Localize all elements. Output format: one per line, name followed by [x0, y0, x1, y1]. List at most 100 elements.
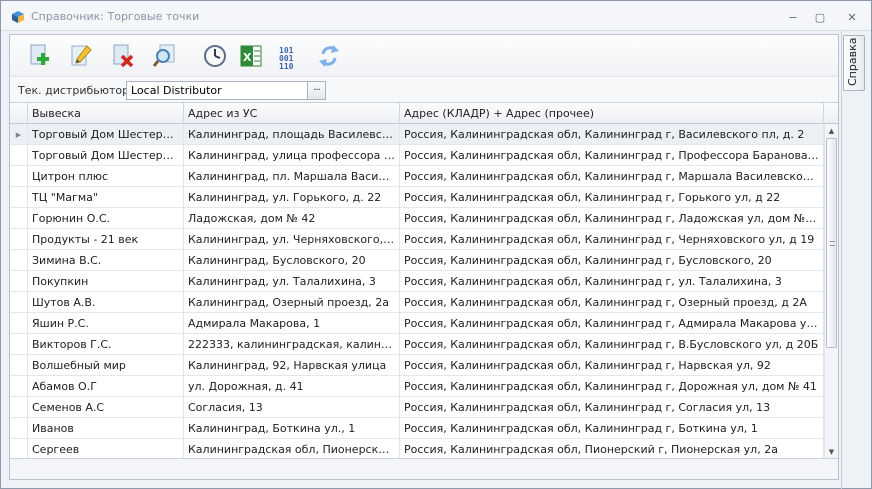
- table-row[interactable]: Горюнин О.С. Ладожская, дом № 42 Россия, К…: [10, 208, 824, 229]
- table-row[interactable]: Цитрон плюс Калининград, пл. Маршала Васи…: [10, 166, 824, 187]
- cell-sign[interactable]: ТЦ "Магма": [28, 187, 184, 208]
- table-row[interactable]: Абамов О.Г ул. Дорожная, д. 41 Россия, Кал…: [10, 376, 824, 397]
- cell-sign[interactable]: Цитрон плюс: [28, 166, 184, 187]
- row-indicator: [10, 397, 28, 418]
- app-cube-icon: [12, 11, 24, 23]
- table-row[interactable]: Сергеев Калининградская обл, Пионерская у…: [10, 439, 824, 458]
- cell-address-kladr[interactable]: Россия, Калининградская обл, Калининград…: [400, 145, 824, 166]
- cell-sign[interactable]: Торговый Дом Шестерочка: [28, 124, 184, 145]
- cell-address-kladr[interactable]: Россия, Калининградская обл, Калининград…: [400, 250, 824, 271]
- row-indicator: [10, 292, 28, 313]
- edit-button[interactable]: [66, 40, 96, 72]
- add-document-icon: [30, 44, 49, 65]
- cell-sign[interactable]: Викторов Г.С.: [28, 334, 184, 355]
- cell-sign[interactable]: Шутов А.В.: [28, 292, 184, 313]
- cell-sign[interactable]: Продукты - 21 век: [28, 229, 184, 250]
- scroll-down-arrow[interactable]: ▼: [825, 445, 838, 458]
- cell-address-kladr[interactable]: Россия, Калининградская обл, Калининград…: [400, 292, 824, 313]
- cell-address-kladr[interactable]: Россия, Калининградская обл, Калининград…: [400, 376, 824, 397]
- table-row[interactable]: Викторов Г.С. 222333, калининградская, ка…: [10, 334, 824, 355]
- delete-button[interactable]: [108, 40, 138, 72]
- distributor-input[interactable]: [126, 81, 316, 100]
- maximize-button[interactable]: ▢: [810, 9, 830, 25]
- cell-address-kladr[interactable]: Россия, Калининградская обл, Калининград…: [400, 166, 824, 187]
- cell-address-us[interactable]: Калининград, улица профессора Бара...: [184, 145, 400, 166]
- cell-address-kladr[interactable]: Россия, Калининградская обл, Калининград…: [400, 397, 824, 418]
- minimize-button[interactable]: −: [783, 9, 803, 25]
- cell-sign[interactable]: Яшин Р.С.: [28, 313, 184, 334]
- cell-sign[interactable]: Семенов А.С: [28, 397, 184, 418]
- close-button[interactable]: ✕: [842, 9, 862, 25]
- binary-button[interactable]: 101 001 110: [274, 40, 304, 72]
- cell-address-us[interactable]: ул. Дорожная, д. 41: [184, 376, 400, 397]
- add-button[interactable]: [24, 40, 54, 72]
- scroll-up-arrow[interactable]: ▲: [825, 124, 838, 137]
- column-header-address-us[interactable]: Адрес из УС: [184, 103, 400, 124]
- distributor-label: Тек. дистрибьютор:: [18, 84, 133, 97]
- cell-address-kladr[interactable]: Россия, Калининградская обл, Калининград…: [400, 355, 824, 376]
- row-indicator: [10, 355, 28, 376]
- find-button[interactable]: [150, 40, 180, 72]
- cell-address-us[interactable]: Калининград, Бусловского, 20: [184, 250, 400, 271]
- title-bar[interactable]: Справочник: Торговые точки − ▢ ✕: [1, 1, 871, 31]
- cell-sign[interactable]: Покупкин: [28, 271, 184, 292]
- table-row[interactable]: Волшебный мир Калининград, 92, Нарвская у…: [10, 355, 824, 376]
- cell-address-us[interactable]: Калининград, Озерный проезд, 2а: [184, 292, 400, 313]
- toolbar: X 101 001 110: [10, 35, 838, 77]
- table-row[interactable]: Покупкин Калининград, ул. Талалихина, 3 Ро…: [10, 271, 824, 292]
- scroll-thumb[interactable]: [826, 138, 837, 348]
- cell-address-us[interactable]: 222333, калининградская, калинигра...: [184, 334, 400, 355]
- table-row[interactable]: Зимина В.С. Калининград, Бусловского, 20 Р…: [10, 250, 824, 271]
- cell-sign[interactable]: Иванов: [28, 418, 184, 439]
- vertical-scrollbar[interactable]: ▲ ▼: [824, 124, 838, 458]
- row-indicator: [10, 376, 28, 397]
- row-indicator: [10, 334, 28, 355]
- history-button[interactable]: [200, 40, 230, 72]
- table-row[interactable]: Семенов А.С Согласия, 13 Россия, Калинингр…: [10, 397, 824, 418]
- cell-address-kladr[interactable]: Россия, Калининградская обл, Калининград…: [400, 334, 824, 355]
- cell-address-us[interactable]: Калининград, площадь Василевского,...: [184, 124, 400, 145]
- cell-address-us[interactable]: Калининград, Боткина ул., 1: [184, 418, 400, 439]
- table-row[interactable]: ▶ Торговый Дом Шестерочка Калининград, пло…: [10, 124, 824, 145]
- table-row[interactable]: ТЦ "Магма" Калининград, ул. Горького, д. …: [10, 187, 824, 208]
- table-row[interactable]: Шутов А.В. Калининград, Озерный проезд, 2…: [10, 292, 824, 313]
- table-row[interactable]: Продукты - 21 век Калининград, ул. Чернях…: [10, 229, 824, 250]
- cell-address-kladr[interactable]: Россия, Калининградская обл, Калининград…: [400, 208, 824, 229]
- cell-address-us[interactable]: Калининград, пл. Маршала Василевск...: [184, 166, 400, 187]
- cell-address-us[interactable]: Согласия, 13: [184, 397, 400, 418]
- header-indicator: [10, 103, 28, 124]
- excel-export-button[interactable]: X: [236, 40, 266, 72]
- distributor-lookup-button[interactable]: ···: [307, 81, 326, 100]
- cell-sign[interactable]: Зимина В.С.: [28, 250, 184, 271]
- status-bar: [10, 458, 838, 479]
- refresh-button[interactable]: [314, 40, 344, 72]
- cell-address-us[interactable]: Ладожская, дом № 42: [184, 208, 400, 229]
- clock-icon: [204, 45, 226, 67]
- cell-sign[interactable]: Торговый Дом Шестерочка: [28, 145, 184, 166]
- cell-address-us[interactable]: Калининград, ул. Черняховского, д. 19: [184, 229, 400, 250]
- cell-sign[interactable]: Волшебный мир: [28, 355, 184, 376]
- help-side-tab[interactable]: Справка: [843, 35, 865, 91]
- cell-address-kladr[interactable]: Россия, Калининградская обл, Пионерский …: [400, 439, 824, 458]
- column-header-address-kladr[interactable]: Адрес (КЛАДР) + Адрес (прочее): [400, 103, 824, 124]
- cell-address-us[interactable]: Адмирала Макарова, 1: [184, 313, 400, 334]
- cell-address-kladr[interactable]: Россия, Калининградская обл, Калининград…: [400, 124, 824, 145]
- cell-address-kladr[interactable]: Россия, Калининградская обл, Калининград…: [400, 187, 824, 208]
- table-row[interactable]: Яшин Р.С. Адмирала Макарова, 1 Россия, Кал…: [10, 313, 824, 334]
- cell-sign[interactable]: Горюнин О.С.: [28, 208, 184, 229]
- cell-address-us[interactable]: Калининград, ул. Талалихина, 3: [184, 271, 400, 292]
- cell-sign[interactable]: Сергеев: [28, 439, 184, 458]
- cell-address-us[interactable]: Калининград, ул. Горького, д. 22: [184, 187, 400, 208]
- magnifier-icon: [152, 44, 175, 67]
- cell-address-kladr[interactable]: Россия, Калининградская обл, Калининград…: [400, 418, 824, 439]
- table-row[interactable]: Иванов Калининград, Боткина ул., 1 Россия,…: [10, 418, 824, 439]
- cell-address-kladr[interactable]: Россия, Калининградская обл, Калининград…: [400, 229, 824, 250]
- row-indicator: [10, 271, 28, 292]
- cell-address-us[interactable]: Калининградская обл, Пионерская ул...: [184, 439, 400, 458]
- cell-address-kladr[interactable]: Россия, Калининградская обл, Калининград…: [400, 313, 824, 334]
- cell-address-kladr[interactable]: Россия, Калининградская обл, Калининград…: [400, 271, 824, 292]
- table-row[interactable]: Торговый Дом Шестерочка Калининград, улиц…: [10, 145, 824, 166]
- column-header-sign[interactable]: Вывеска: [28, 103, 184, 124]
- cell-address-us[interactable]: Калининград, 92, Нарвская улица: [184, 355, 400, 376]
- cell-sign[interactable]: Абамов О.Г: [28, 376, 184, 397]
